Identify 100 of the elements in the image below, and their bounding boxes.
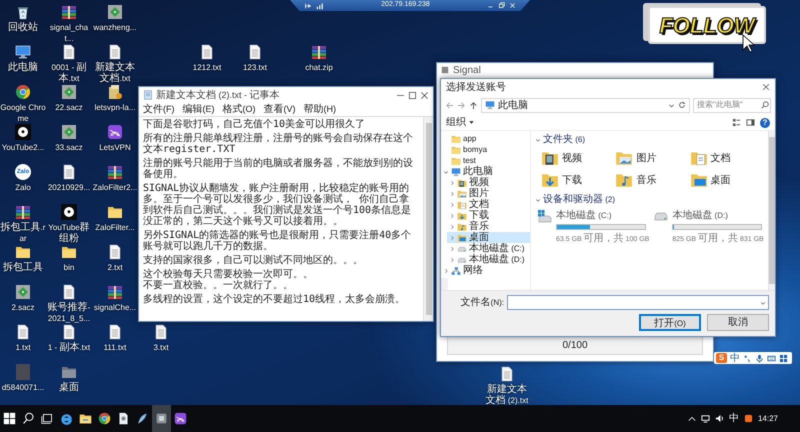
icon-label[interactable]: 1.txt <box>15 342 31 353</box>
organize-menu[interactable]: 组织 <box>446 115 475 130</box>
folder-icon[interactable] <box>107 204 123 220</box>
text-file-icon[interactable] <box>107 44 123 60</box>
chevron-down-icon[interactable] <box>535 196 541 202</box>
installer-icon[interactable] <box>107 84 123 100</box>
chevron-up-icon[interactable] <box>688 414 696 422</box>
icon-label[interactable]: 拆包工具.rar <box>0 222 46 244</box>
scrollbar[interactable] <box>423 117 433 321</box>
folder-label[interactable]: 图片 <box>636 150 656 166</box>
menu-item[interactable]: 文件(F) <box>143 102 174 117</box>
up-icon[interactable] <box>469 100 478 110</box>
icon-label[interactable]: 1 - 副本.txt <box>48 342 90 353</box>
drive-label[interactable]: 本地磁盘 (C:) <box>556 208 650 223</box>
icon-label[interactable]: 0001 - 副本.txt <box>46 62 92 84</box>
punctuation-icon[interactable] <box>743 354 752 362</box>
text-file-icon[interactable] <box>107 244 123 260</box>
icon-label[interactable]: Zalo <box>15 182 31 193</box>
icon-label[interactable]: YouTube群组粉 <box>46 222 92 244</box>
icon-label[interactable]: 桌面 <box>59 382 79 393</box>
icon-label[interactable]: LetsVPN <box>99 142 131 153</box>
nav-item[interactable]: 本地磁盘 (D:) <box>447 254 530 265</box>
text-file-icon[interactable] <box>61 44 77 60</box>
icon-label[interactable]: ZaloFilter... <box>95 222 135 233</box>
folder-label[interactable]: 桌面 <box>710 172 731 188</box>
breadcrumb-item[interactable]: 此电脑 <box>498 98 528 112</box>
icon-label[interactable]: d5840071... <box>2 382 44 393</box>
nav-item[interactable]: 视频 <box>447 177 530 188</box>
menu-item[interactable]: 查看(V) <box>264 102 296 117</box>
icon-label[interactable]: 33.sacz <box>55 142 83 153</box>
search-field[interactable]: 搜索"此电脑" <box>693 98 771 112</box>
volume-icon[interactable] <box>714 414 724 423</box>
menu-item[interactable]: 帮助(H) <box>304 102 336 117</box>
archive-icon[interactable] <box>15 204 31 220</box>
chevron-down-icon[interactable] <box>668 102 675 108</box>
text-file-icon[interactable] <box>107 324 123 340</box>
network-icon[interactable] <box>700 414 710 423</box>
drive-label[interactable]: 本地磁盘 (D:) <box>672 208 764 223</box>
icon-label[interactable]: signalChe... <box>94 302 136 313</box>
computer-icon[interactable] <box>15 44 31 60</box>
icon-label[interactable]: 新建文本文档.txt <box>92 62 138 84</box>
folder-label[interactable]: 下载 <box>562 172 582 188</box>
icon-label[interactable]: 111.txt <box>104 342 126 353</box>
dialog-button[interactable]: 取消 <box>707 314 769 331</box>
restore-icon[interactable] <box>498 2 505 9</box>
app-button[interactable] <box>152 405 171 432</box>
folder-icon[interactable] <box>61 364 77 380</box>
text-file-icon[interactable] <box>199 44 215 60</box>
keyboard-icon[interactable] <box>767 354 776 362</box>
close-icon[interactable] <box>762 83 770 91</box>
icon-label[interactable]: 拆包工具 <box>3 262 43 273</box>
icon-label[interactable]: Google Chrome <box>0 102 46 124</box>
chevron-down-icon[interactable] <box>443 168 449 174</box>
nav-item[interactable]: 本地磁盘 (C:) <box>447 243 530 254</box>
icon-label[interactable]: bin <box>64 262 74 273</box>
menu-item[interactable]: 编辑(E) <box>182 102 214 117</box>
folder-label[interactable]: 文档 <box>710 150 731 166</box>
folder-label[interactable]: 音乐 <box>636 172 656 188</box>
diamond-file-icon[interactable] <box>107 4 123 20</box>
nav-item[interactable]: 网络 <box>441 265 530 276</box>
nav-item[interactable]: 文档 <box>447 199 530 210</box>
icon-label[interactable]: 新建文本文档 (2).txt <box>484 384 530 406</box>
microphone-icon[interactable] <box>755 354 764 362</box>
icon-label[interactable]: 20210929... <box>48 182 90 193</box>
scrollbar[interactable] <box>441 278 448 290</box>
ime-indicator[interactable]: 中 <box>728 411 739 426</box>
nav-item[interactable]: 下载 <box>447 210 530 221</box>
dialog-button[interactable]: 打开(O) <box>639 314 701 331</box>
text-file-icon[interactable] <box>15 324 31 340</box>
app-icon[interactable] <box>107 124 123 140</box>
view-options-icon[interactable] <box>732 118 741 127</box>
address-bar[interactable]: 此电脑 <box>481 98 690 112</box>
maximize-icon[interactable] <box>408 90 417 100</box>
text-file-icon[interactable] <box>499 366 515 382</box>
icon-label[interactable]: signal_chat... <box>46 22 92 44</box>
archive-icon[interactable] <box>61 4 77 20</box>
nav-item[interactable]: test <box>441 155 530 166</box>
diamond-file-icon[interactable] <box>61 84 77 100</box>
text-file-icon[interactable] <box>61 284 77 300</box>
icon-label[interactable]: YouTube2... <box>2 142 44 153</box>
chevron-down-icon[interactable] <box>760 300 766 306</box>
diamond-file-icon[interactable] <box>61 124 77 140</box>
grid-icon[interactable] <box>779 354 788 362</box>
icon-label[interactable]: 2.sacz <box>11 302 35 313</box>
nav-item[interactable]: app <box>441 133 530 144</box>
diamond-file-icon[interactable] <box>15 284 31 300</box>
group-header[interactable]: 设备和驱动器 (2) <box>543 192 615 207</box>
icon-label[interactable]: 2.txt <box>107 262 123 273</box>
nav-item[interactable]: 此电脑 <box>441 166 530 177</box>
archive-icon[interactable] <box>107 284 123 300</box>
nav-item[interactable]: 音乐 <box>447 221 530 232</box>
icon-label[interactable]: 回收站 <box>8 22 38 33</box>
ime-tray-icon[interactable] <box>744 414 753 423</box>
refresh-icon[interactable] <box>678 101 686 109</box>
chevron-down-icon[interactable] <box>535 136 541 142</box>
folder-label[interactable]: 视频 <box>562 150 582 166</box>
icon-label[interactable]: ZaloFilter2... <box>92 182 138 193</box>
icon-label[interactable]: 账号推荐-2021_8_5... <box>46 302 92 324</box>
folder-icon[interactable] <box>15 244 31 260</box>
close-icon[interactable] <box>420 90 429 100</box>
